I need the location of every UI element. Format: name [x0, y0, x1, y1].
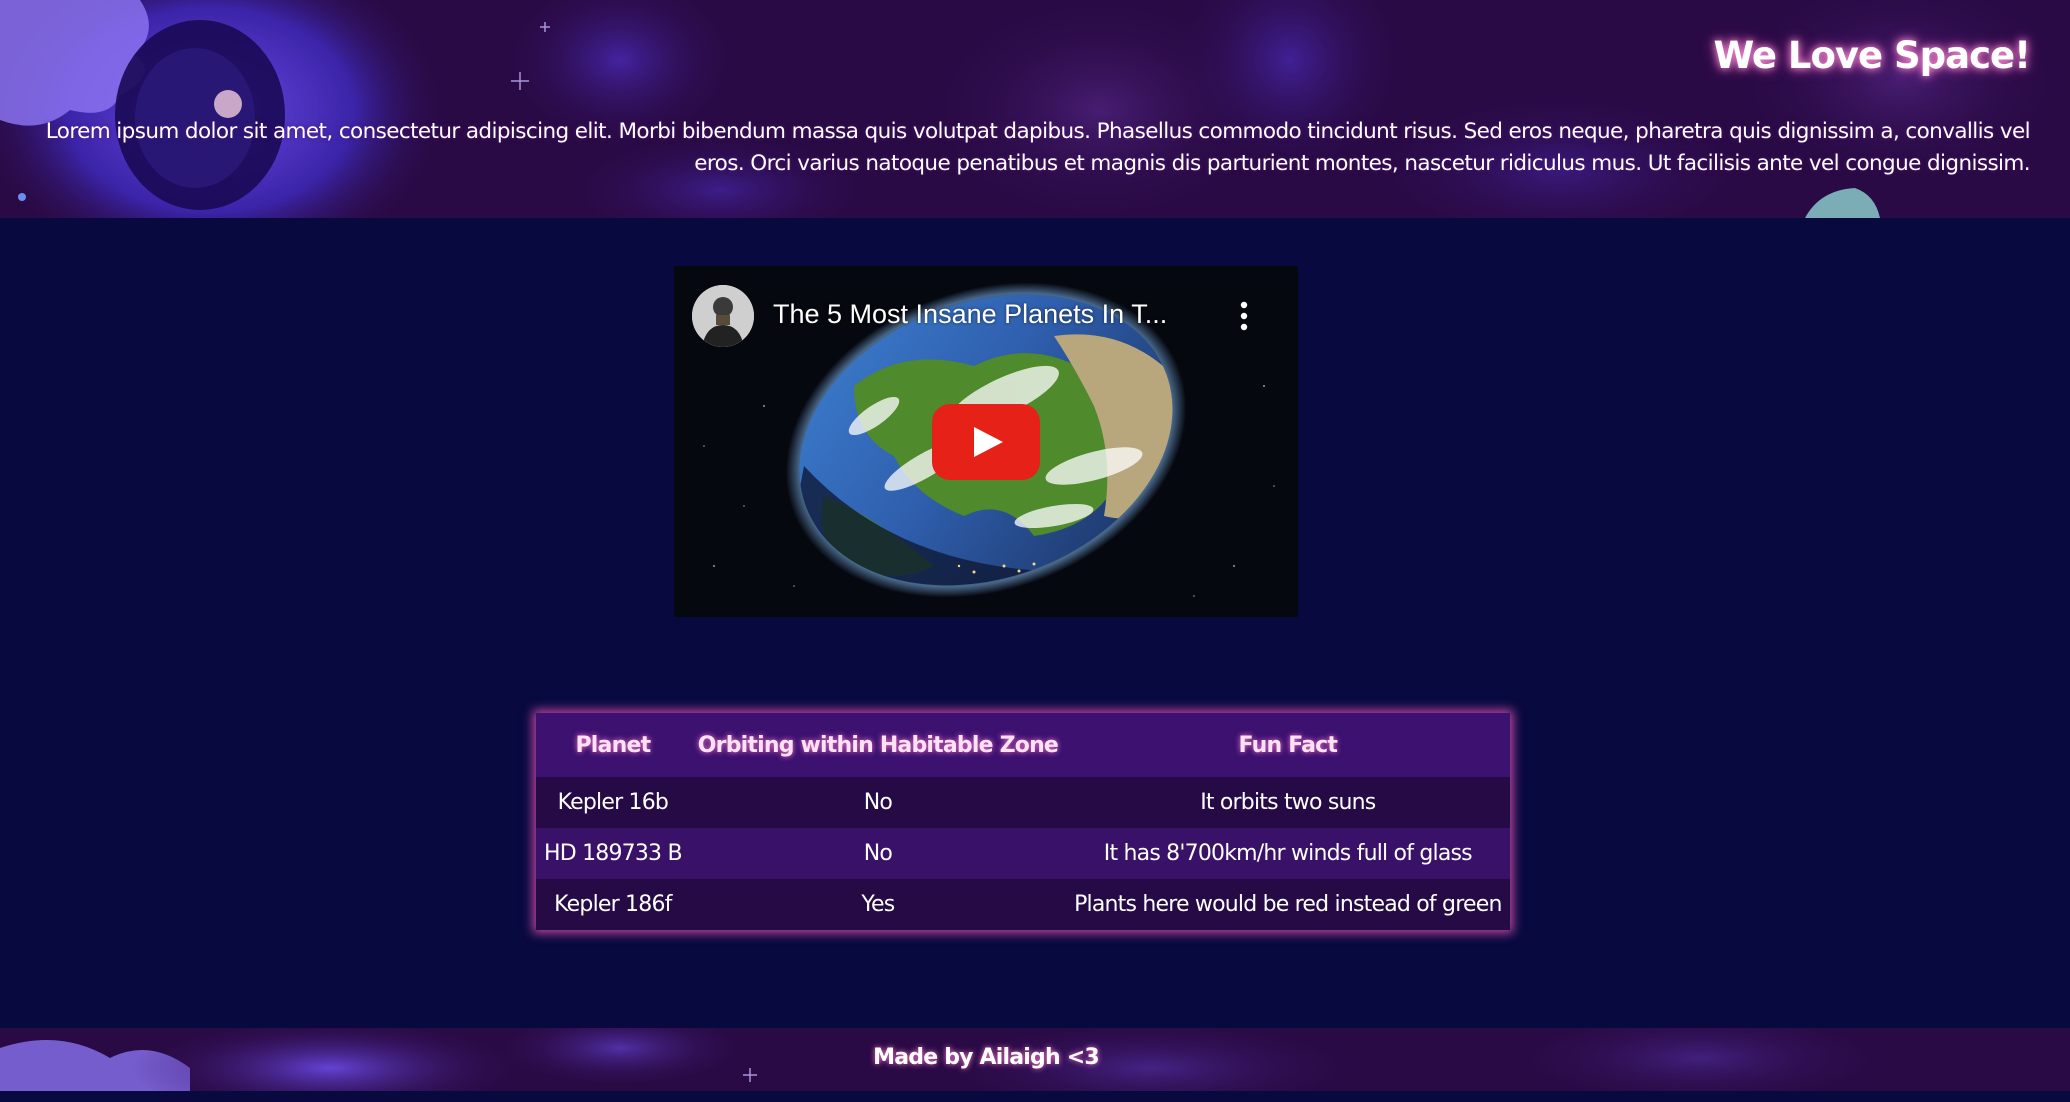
column-header-habitable-zone: Orbiting within Habitable Zone — [689, 713, 1067, 777]
channel-avatar-image — [692, 285, 754, 347]
column-header-planet: Planet — [536, 713, 690, 777]
site-footer: Made by Ailaigh <3 — [0, 1028, 2070, 1091]
planet-cell: HD 189733 B — [536, 828, 690, 879]
fun-fact-cell: It orbits two suns — [1066, 777, 1510, 828]
planet-cell: Kepler 186f — [536, 879, 690, 930]
habitable-zone-cell: No — [689, 828, 1067, 879]
channel-avatar[interactable] — [692, 285, 754, 347]
footer-credit: Made by Ailaigh <3 — [873, 1045, 1100, 1070]
youtube-play-icon[interactable] — [932, 404, 1040, 480]
planet-cell: Kepler 16b — [536, 777, 690, 828]
table-row: HD 189733 B No It has 8'700km/hr winds f… — [536, 828, 1510, 879]
fun-fact-cell: It has 8'700km/hr winds full of glass — [1066, 828, 1510, 879]
habitable-zone-cell: Yes — [689, 879, 1067, 930]
space-background-art — [0, 0, 2070, 218]
youtube-video-embed[interactable]: The 5 Most Insane Planets In T... — [674, 266, 1298, 617]
page: We Love Space! Lorem ipsum dolor sit ame… — [0, 0, 2070, 1102]
intro-paragraph: Lorem ipsum dolor sit amet, consectetur … — [45, 119, 2031, 176]
page-bottom-edge — [0, 1091, 2070, 1102]
table-header-row: Planet Orbiting within Habitable Zone Fu… — [536, 713, 1510, 777]
habitable-zone-cell: No — [689, 777, 1067, 828]
table-row: Kepler 186f Yes Plants here would be red… — [536, 879, 1510, 930]
column-header-fun-fact: Fun Fact — [1066, 713, 1510, 777]
site-header: We Love Space! Lorem ipsum dolor sit ame… — [0, 0, 2070, 218]
planets-table: Planet Orbiting within Habitable Zone Fu… — [536, 713, 1510, 930]
more-vert-icon[interactable] — [1232, 296, 1256, 336]
page-title: We Love Space! — [1713, 34, 2031, 77]
video-title[interactable]: The 5 Most Insane Planets In T... — [773, 299, 1167, 330]
table-row: Kepler 16b No It orbits two suns — [536, 777, 1510, 828]
fun-fact-cell: Plants here would be red instead of gree… — [1066, 879, 1510, 930]
